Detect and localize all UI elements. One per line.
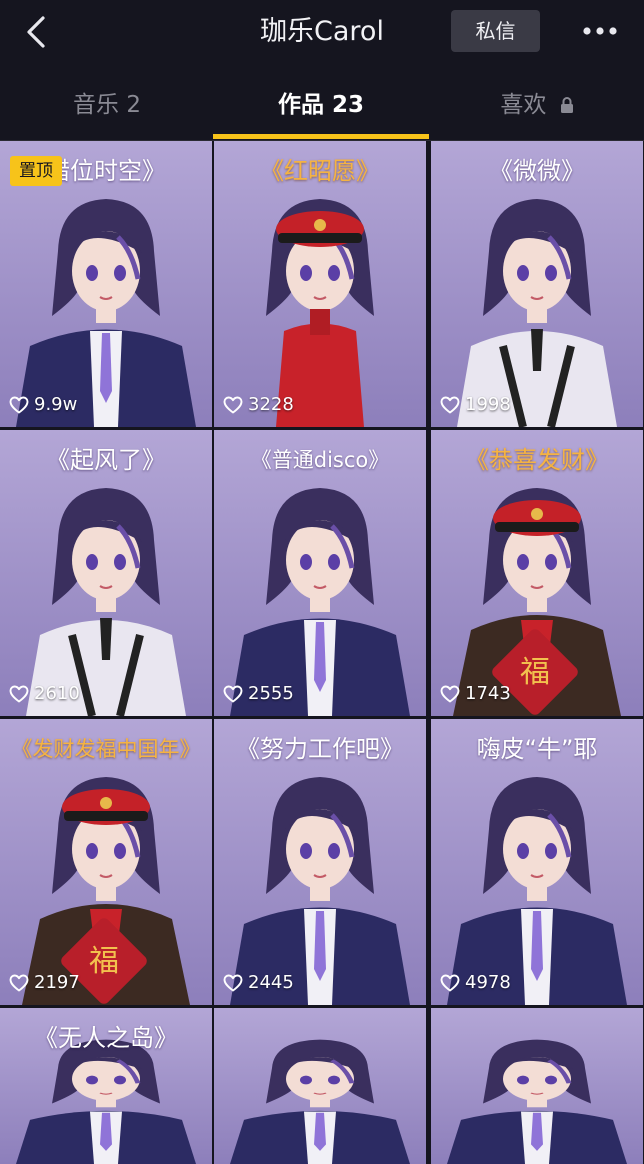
heart-icon [440,396,460,413]
work-tile[interactable]: 《微微》 1998 [431,141,643,427]
top-bar: 珈乐Carol 私信 [0,0,644,64]
work-tile[interactable]: 嗨皮“牛”耶 4978 [431,719,643,1005]
work-tile[interactable]: 福 《恭喜发财》 1743 [431,430,643,716]
work-tile[interactable]: 《无人之岛》 [0,1008,212,1164]
work-caption: 《普通disco》 [250,448,390,472]
like-count-value: 2555 [248,683,294,704]
tab-works-label: 作品 23 [277,92,364,118]
work-tile[interactable] [431,1008,643,1164]
works-grid: 置顶 错位时空》 9.9w 《红昭愿》 3228 《微微》 1998 《起风了》 2610 《普… [0,141,644,1164]
like-count-value: 3228 [248,394,294,415]
heart-icon [440,974,460,991]
work-tile[interactable]: 福 《发财发福中国年》 2197 [0,719,212,1005]
work-cover-image [431,1008,643,1164]
work-caption: 《无人之岛》 [34,1024,178,1052]
heart-icon [9,685,29,702]
work-caption: 《恭喜发财》 [465,446,609,474]
back-arrow-icon [27,16,45,48]
like-count: 2610 [9,683,80,704]
like-count: 1743 [440,683,511,704]
heart-icon [9,974,29,991]
private-message-button[interactable]: 私信 [451,10,540,52]
work-tile[interactable]: 《红昭愿》 3228 [214,141,426,427]
like-count: 2445 [223,972,294,993]
heart-icon [223,685,243,702]
tab-music-label: 音乐 2 [73,92,141,118]
work-caption: 《微微》 [489,157,585,185]
work-tile[interactable]: 《起风了》 2610 [0,430,212,716]
more-dots-icon [583,27,617,35]
work-tile[interactable]: 《普通disco》 2555 [214,430,426,716]
work-tile[interactable]: 《努力工作吧》 2445 [214,719,426,1005]
like-count: 9.9w [9,394,77,415]
like-count-value: 9.9w [34,394,78,415]
tab-music[interactable]: 音乐 2 [0,64,214,140]
heart-icon [9,396,29,413]
work-caption: 《起风了》 [46,446,166,474]
like-count-value: 2197 [34,972,80,993]
back-button[interactable] [14,10,58,54]
work-tile[interactable] [214,1008,426,1164]
heart-icon [440,685,460,702]
tab-likes[interactable]: 喜欢 [430,64,644,140]
tab-likes-label: 喜欢 [500,92,547,118]
like-count-value: 1743 [465,683,511,704]
like-count: 3228 [223,394,294,415]
heart-icon [223,396,243,413]
like-count: 2197 [9,972,80,993]
work-caption: 《红昭愿》 [260,157,380,185]
active-tab-indicator [213,134,429,139]
like-count: 1998 [440,394,511,415]
profile-title: 珈乐Carol [260,16,384,47]
like-count: 2555 [223,683,294,704]
like-count-value: 4978 [465,972,511,993]
svg-text:福: 福 [520,655,550,690]
like-count-value: 2610 [34,683,80,704]
pinned-badge: 置顶 [10,156,62,186]
lock-icon [560,97,573,113]
like-count-value: 2445 [248,972,294,993]
heart-icon [223,974,243,991]
tab-works[interactable]: 作品 23 [214,64,428,140]
profile-tabs: 音乐 2 作品 23 喜欢 [0,64,644,141]
work-caption: 《发财发福中国年》 [11,737,201,761]
work-caption: 嗨皮“牛”耶 [476,735,598,763]
more-options-button[interactable] [574,10,626,52]
svg-text:福: 福 [89,944,119,979]
work-caption: 《努力工作吧》 [236,735,404,763]
work-cover-image [214,1008,426,1164]
like-count-value: 1998 [465,394,511,415]
like-count: 4978 [440,972,511,993]
